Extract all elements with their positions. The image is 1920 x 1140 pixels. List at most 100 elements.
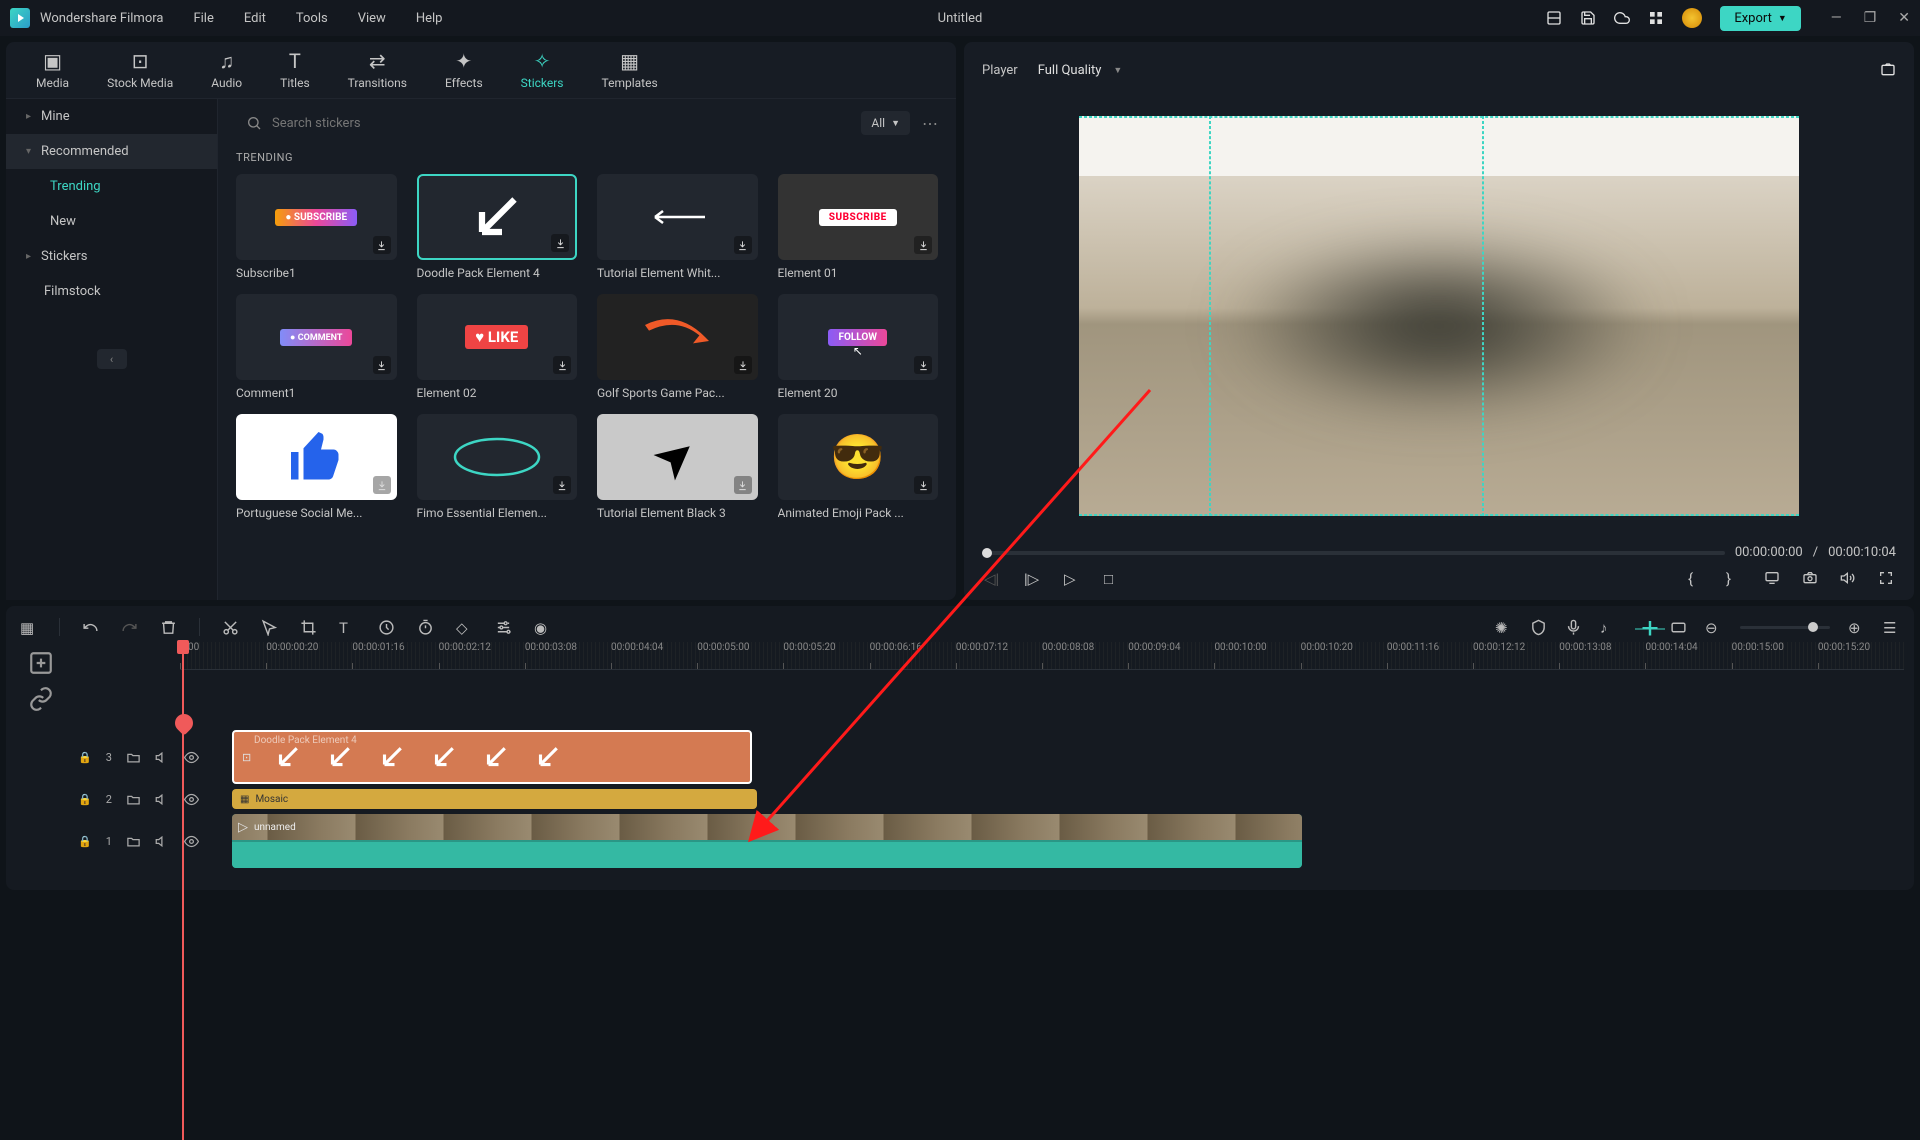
cloud-icon[interactable] (1614, 10, 1630, 26)
zoom-out-icon[interactable]: ⊖ (1705, 619, 1722, 636)
snapshot-mode-icon[interactable] (1880, 62, 1896, 78)
menu-edit[interactable]: Edit (244, 11, 266, 26)
tab-transitions[interactable]: ⇄Transitions (348, 50, 407, 90)
track-lock-icon[interactable]: 🔒 (78, 835, 92, 848)
mark-out-icon[interactable]: } (1726, 570, 1742, 586)
sticker-card[interactable]: 😎Animated Emoji Pack ... (778, 414, 939, 520)
text-icon[interactable]: T (339, 619, 356, 636)
more-options-icon[interactable]: ⋯ (922, 114, 938, 133)
preview-scrubber[interactable] (982, 551, 1725, 555)
track-folder-icon[interactable] (126, 750, 141, 765)
track-lock-icon[interactable]: 🔒 (78, 793, 92, 806)
mark-in-icon[interactable]: { (1688, 570, 1704, 586)
sticker-card[interactable]: Golf Sports Game Pac... (597, 294, 758, 400)
menu-help[interactable]: Help (416, 11, 443, 26)
zoom-in-icon[interactable]: ⊕ (1848, 619, 1865, 636)
track-folder-icon[interactable] (126, 834, 141, 849)
marker-shield-icon[interactable] (1530, 619, 1547, 636)
redo-icon[interactable] (121, 619, 138, 636)
track-link-icon[interactable] (28, 686, 54, 712)
play-icon[interactable]: ▷ (1064, 570, 1080, 586)
clip-video[interactable]: ▷unnamed (232, 814, 1302, 868)
filter-dropdown[interactable]: All▼ (861, 111, 910, 135)
track-options-icon[interactable]: ☰ (1883, 619, 1900, 636)
camera-icon[interactable] (1802, 570, 1818, 586)
menu-view[interactable]: View (358, 11, 386, 26)
keyframe-icon[interactable]: ◉ (534, 619, 551, 636)
tab-media[interactable]: ▣Media (36, 50, 69, 90)
menu-tools[interactable]: Tools (296, 11, 328, 26)
cut-icon[interactable] (222, 619, 239, 636)
sidebar-sub-trending[interactable]: Trending (6, 169, 217, 204)
grid-toggle-icon[interactable]: ▦ (20, 619, 37, 636)
render-icon[interactable]: ✺ (1495, 619, 1512, 636)
tab-effects[interactable]: ✦Effects (445, 50, 483, 90)
sticker-card[interactable]: Tutorial Element Whit... (597, 174, 758, 280)
window-minimize[interactable]: — (1831, 10, 1842, 26)
track-mute-icon[interactable] (155, 834, 170, 849)
fit-icon[interactable] (1670, 619, 1687, 636)
user-avatar[interactable] (1682, 8, 1702, 28)
track-lock-icon[interactable]: 🔒 (78, 751, 92, 764)
volume-icon[interactable] (1840, 570, 1856, 586)
color-icon[interactable]: ◇ (456, 619, 473, 636)
preview-frame[interactable] (1079, 116, 1799, 516)
tab-stock-media[interactable]: ⊡Stock Media (107, 50, 173, 90)
layout-icon[interactable] (1546, 10, 1562, 26)
window-maximize[interactable]: ❐ (1864, 10, 1877, 26)
track-visibility-icon[interactable] (184, 750, 199, 765)
timeline-ruler[interactable]: 0:0000:00:00:2000:00:01:1600:00:02:1200:… (180, 642, 1904, 670)
sticker-card[interactable]: ● COMMENTComment1 (236, 294, 397, 400)
adjust-icon[interactable] (495, 619, 512, 636)
clip-sticker[interactable]: ⊡ Doodle Pack Element 4 (232, 730, 752, 784)
sticker-card[interactable]: Portuguese Social Me... (236, 414, 397, 520)
select-icon[interactable] (261, 619, 278, 636)
menu-file[interactable]: File (193, 11, 213, 26)
sidebar-prev-button[interactable]: ‹ (97, 349, 127, 369)
sidebar-item-mine[interactable]: ▸Mine (6, 99, 217, 134)
track-mute-icon[interactable] (155, 792, 170, 807)
stop-icon[interactable]: □ (1104, 570, 1120, 586)
sticker-card[interactable]: FOLLOW↖Element 20 (778, 294, 939, 400)
track-visibility-icon[interactable] (184, 834, 199, 849)
sidebar-item-stickers[interactable]: ▸Stickers (6, 239, 217, 274)
tab-templates[interactable]: ▦Templates (602, 50, 658, 90)
tab-audio[interactable]: ♫Audio (211, 50, 242, 90)
preview-tab-player[interactable]: Player (982, 63, 1018, 78)
sticker-card[interactable]: Fimo Essential Elemen... (417, 414, 578, 520)
sidebar-item-filmstock[interactable]: Filmstock (6, 274, 217, 309)
search-field[interactable] (236, 109, 851, 137)
sticker-card[interactable]: ● SUBSCRIBESubscribe1 (236, 174, 397, 280)
delete-icon[interactable] (160, 619, 177, 636)
fullscreen-icon[interactable] (1878, 570, 1894, 586)
display-icon[interactable] (1764, 570, 1780, 586)
mixer-icon[interactable]: ♪ (1600, 619, 1617, 636)
undo-icon[interactable] (82, 619, 99, 636)
tab-titles[interactable]: TTitles (280, 50, 309, 90)
speed-icon[interactable] (378, 619, 395, 636)
zoom-slider[interactable] (1740, 626, 1830, 629)
mic-icon[interactable] (1565, 619, 1582, 636)
track-add-icon[interactable] (28, 650, 54, 676)
magnet-icon[interactable]: ⎯╋⎯ (1635, 619, 1652, 636)
sticker-card[interactable]: SUBSCRIBEElement 01 (778, 174, 939, 280)
crop-icon[interactable] (300, 619, 317, 636)
timer-icon[interactable] (417, 619, 434, 636)
sticker-card[interactable]: Doodle Pack Element 4 (417, 174, 578, 280)
sticker-card[interactable]: Tutorial Element Black 3 (597, 414, 758, 520)
preview-quality-dropdown[interactable]: Full Quality▼ (1038, 63, 1123, 78)
track-mute-icon[interactable] (155, 750, 170, 765)
sticker-card[interactable]: ♥ LIKEElement 02 (417, 294, 578, 400)
save-icon[interactable] (1580, 10, 1596, 26)
sidebar-sub-new[interactable]: New (6, 204, 217, 239)
apps-icon[interactable] (1648, 10, 1664, 26)
sidebar-item-recommended[interactable]: ▾Recommended (6, 134, 217, 169)
track-visibility-icon[interactable] (184, 792, 199, 807)
next-frame-icon[interactable]: |▷ (1024, 570, 1040, 586)
clip-mosaic[interactable]: ▦Mosaic (232, 789, 757, 809)
search-input[interactable] (272, 116, 841, 131)
export-button[interactable]: Export▼ (1720, 6, 1800, 31)
window-close[interactable]: ✕ (1898, 10, 1910, 26)
prev-frame-icon[interactable]: ◁| (984, 570, 1000, 586)
tab-stickers[interactable]: ✧Stickers (521, 50, 564, 90)
